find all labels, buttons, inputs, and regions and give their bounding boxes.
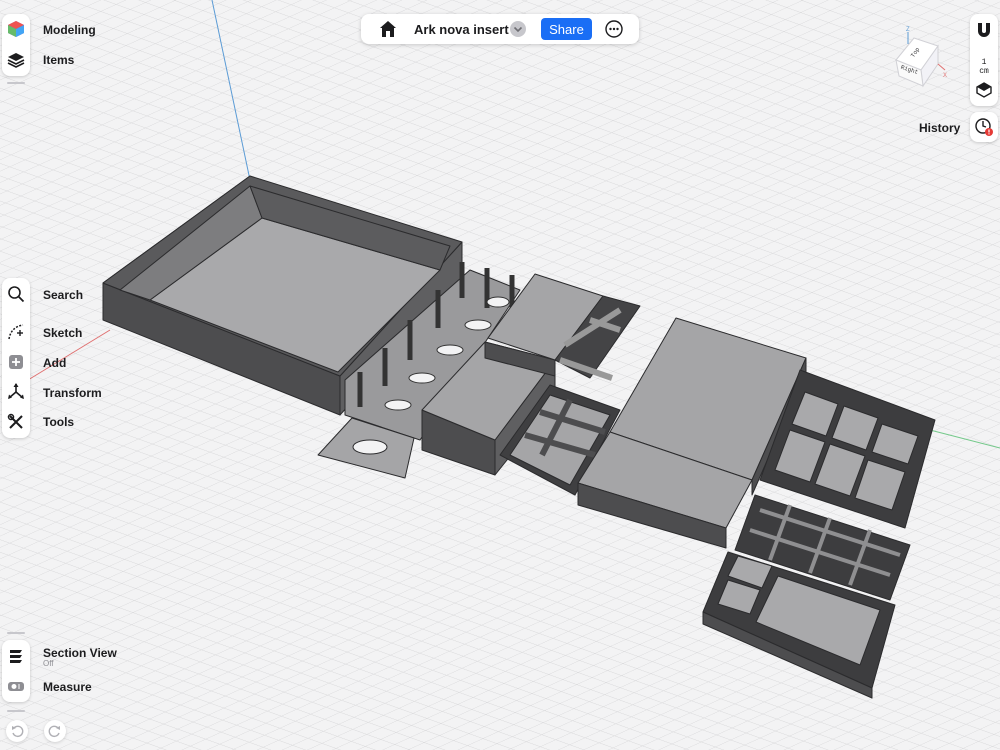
search-button[interactable] <box>4 282 28 306</box>
tools-button[interactable] <box>4 410 28 434</box>
search-label[interactable]: Search <box>43 288 83 302</box>
view-cube-x-axis <box>937 63 946 71</box>
history-controls-grip[interactable] <box>7 710 25 712</box>
share-button[interactable]: Share <box>541 18 592 40</box>
history-label[interactable]: History <box>919 121 960 135</box>
modeling-button[interactable] <box>4 17 28 41</box>
items-button[interactable] <box>4 48 28 72</box>
modeling-cube-icon <box>8 21 24 37</box>
view-cube[interactable]: Z Top Right X <box>893 24 949 88</box>
sketch-label[interactable]: Sketch <box>43 326 82 340</box>
measure-button[interactable] <box>4 674 28 698</box>
left-toolbar-top <box>2 14 30 76</box>
transform-button[interactable] <box>4 380 28 404</box>
document-title[interactable]: Ark nova insert <box>414 22 509 37</box>
undo-button[interactable] <box>6 720 28 742</box>
redo-button[interactable] <box>44 720 66 742</box>
items-label[interactable]: Items <box>43 53 74 67</box>
left-toolbar-middle <box>2 278 30 438</box>
left-toolbar-bottom <box>2 640 30 702</box>
section-view-state: Off <box>43 659 54 668</box>
undo-icon <box>12 725 24 738</box>
redo-icon <box>48 725 60 738</box>
section-view-icon <box>10 650 22 663</box>
history-clock-icon <box>975 118 993 136</box>
add-label[interactable]: Add <box>43 356 66 370</box>
search-icon <box>8 286 25 303</box>
mounting-tab-slot <box>352 439 388 455</box>
units-value: 1 <box>981 58 987 67</box>
right-toolbar: 1 cm <box>970 14 998 106</box>
measure-label[interactable]: Measure <box>43 680 92 694</box>
transform-label[interactable]: Transform <box>43 386 102 400</box>
section-view-button[interactable] <box>4 644 28 668</box>
3d-viewport[interactable] <box>0 0 1000 750</box>
top-group-grip[interactable] <box>7 82 25 84</box>
units-unit: cm <box>979 67 989 76</box>
section-view-label[interactable]: Section View <box>43 646 117 660</box>
tools-label[interactable]: Tools <box>43 415 74 429</box>
magnet-icon[interactable] <box>975 21 993 39</box>
add-button[interactable] <box>4 350 28 374</box>
bottom-group-grip[interactable] <box>7 632 25 634</box>
sketch-button[interactable] <box>4 320 28 344</box>
measure-tape-icon <box>8 682 24 691</box>
units-readout[interactable]: 1 cm <box>970 58 998 76</box>
sketch-icon <box>8 324 24 340</box>
chevron-down-icon[interactable] <box>510 21 526 37</box>
home-icon[interactable] <box>379 20 397 38</box>
document-title-bar: Ark nova insert Share <box>361 14 639 44</box>
transform-icon <box>8 383 24 399</box>
ellipsis-icon[interactable] <box>605 20 623 38</box>
view-cube-z-label: Z <box>906 27 910 33</box>
tools-icon <box>7 413 23 429</box>
modeling-label[interactable]: Modeling <box>43 23 96 37</box>
view-cube-x-label: X <box>943 73 947 79</box>
history-button[interactable] <box>970 112 998 142</box>
layers-icon <box>7 53 25 68</box>
view-mode-icon[interactable] <box>976 82 992 98</box>
add-icon <box>9 355 23 369</box>
